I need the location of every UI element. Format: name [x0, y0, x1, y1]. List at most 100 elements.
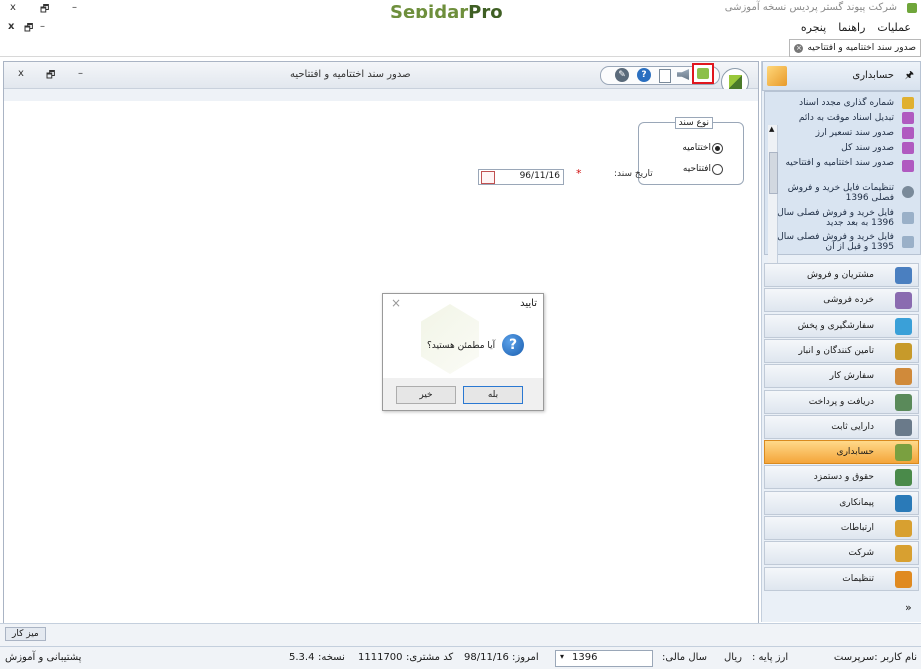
form-restore-button[interactable]: 🗗: [46, 68, 55, 85]
base-currency-label: ارز پایه :: [752, 652, 789, 663]
document-tab[interactable]: صدور سند اختتامیه و افتتاحیه ×: [789, 39, 921, 57]
watermark-logo: [421, 304, 479, 374]
mdi-minimize-button[interactable]: –: [40, 21, 45, 32]
task-general-doc[interactable]: صدور سند کل: [774, 143, 894, 153]
today-label: امروز:: [512, 652, 539, 663]
version-label: نسخه:: [318, 652, 345, 663]
chevron-down-icon: ▾: [560, 652, 565, 661]
nav-label: سفارش کار: [829, 371, 874, 382]
dialog-message: آیا مطمئن هستید؟: [427, 341, 496, 351]
dialog-close-button[interactable]: ×: [391, 296, 401, 310]
document-icon[interactable]: [659, 69, 671, 83]
date-label: تاریخ سند:: [614, 169, 653, 179]
accounting-icon: [767, 66, 787, 86]
form-header: x 🗗 – صدور سند اختتامیه و افتتاحیه ✎ ?: [4, 62, 758, 96]
radio-closing[interactable]: [712, 143, 723, 154]
form-title: صدور سند اختتامیه و افتتاحیه: [290, 69, 411, 80]
execute-button[interactable]: [692, 63, 714, 84]
nav-company[interactable]: شرکت: [764, 541, 919, 566]
mdi-restore-button[interactable]: 🗗: [24, 21, 33, 38]
communications-icon: [895, 520, 912, 537]
menu-help[interactable]: راهنما: [838, 21, 865, 34]
user-label: نام کاربر :سرپرست: [833, 652, 917, 663]
sidebar-title: حسابداری: [852, 70, 894, 81]
nav-label: سفارشگیری و پخش: [797, 320, 874, 331]
fixed-assets-icon: [895, 418, 912, 436]
nav-customers-sales[interactable]: مشتریان و فروش: [764, 263, 919, 287]
desktop-button[interactable]: میز کار: [5, 627, 46, 641]
nav-order-distribution[interactable]: سفارشگیری و پخش: [764, 313, 919, 338]
nav-receipt-payment[interactable]: دریافت و پرداخت: [764, 389, 919, 414]
document-date-field[interactable]: 96/11/16: [478, 169, 564, 185]
form-close-button[interactable]: x: [18, 68, 24, 79]
radio-opening[interactable]: [712, 164, 723, 175]
settings-gear-icon: [902, 186, 914, 198]
company-icon: [895, 545, 912, 563]
nav-label: خرده فروشی: [823, 295, 874, 306]
version-value: 5.3.4: [289, 652, 315, 663]
fiscal-year-value: 1396: [572, 652, 598, 663]
fx-icon: [902, 127, 914, 139]
nav-label: دارایی ثابت: [831, 421, 874, 432]
radio-closing-label: اختتامیه: [682, 143, 711, 153]
form-minimize-button[interactable]: –: [78, 68, 83, 79]
form-window: x 🗗 – صدور سند اختتامیه و افتتاحیه ✎ ? ن…: [3, 61, 759, 624]
pin-icon[interactable]: 🖈: [905, 68, 914, 85]
task-seasonal-file-new[interactable]: فایل خرید و فروش فصلی سال 1396 به بعد جد…: [774, 208, 894, 228]
general-doc-icon: [902, 142, 914, 154]
nav-accounting[interactable]: حسابداری: [764, 440, 919, 465]
tab-close-icon[interactable]: ×: [794, 43, 804, 53]
confirm-dialog: تایید × آیا مطمئن هستید؟ ? خیر بله: [382, 293, 544, 411]
menu-operations[interactable]: عملیات: [877, 21, 911, 34]
question-icon: ?: [502, 334, 524, 356]
nav-contracting[interactable]: پیمانکاری: [764, 490, 919, 515]
task-seasonal-settings[interactable]: تنظیمات فایل خرید و فروش فصلی 1396: [774, 183, 894, 203]
renumber-icon: [902, 97, 914, 109]
nav-fixed-assets[interactable]: دارایی ثابت: [764, 414, 919, 439]
retail-icon: [895, 292, 912, 310]
customers-sales-icon: [895, 267, 912, 284]
nav-retail[interactable]: خرده فروشی: [764, 288, 919, 313]
work-order-icon: [895, 368, 912, 386]
tools-icon[interactable]: ✎: [615, 68, 629, 82]
more-modules-icon[interactable]: »: [905, 601, 912, 614]
status-bar: پشتیبانی و آموزش 5.3.4 نسخه: 1111700 کد …: [0, 646, 921, 669]
task-seasonal-file-old[interactable]: فایل خرید و فروش فصلی سال 1395 و قبل از …: [774, 232, 894, 252]
nav-communications[interactable]: ارتباطات: [764, 516, 919, 540]
settings-icon: [895, 570, 912, 588]
help-icon[interactable]: ?: [637, 68, 651, 82]
task-convert[interactable]: تبدیل اسناد موقت به دائم: [774, 113, 894, 123]
mdi-close-button[interactable]: x: [8, 21, 14, 32]
nav-label: شرکت: [848, 548, 874, 559]
support-link[interactable]: پشتیبانی و آموزش: [5, 652, 81, 663]
speaker-icon[interactable]: [677, 69, 689, 80]
app-minimize-button[interactable]: –: [72, 2, 77, 13]
document-type-group: نوع سند اختتامیه افتتاحیه: [638, 117, 744, 185]
logo-cube-icon: [729, 75, 742, 89]
task-fx-revaluation[interactable]: صدور سند تسعیر ارز: [774, 128, 894, 138]
nav-settings[interactable]: تنظیمات: [764, 566, 919, 591]
nav-label: حقوق و دستمزد: [813, 472, 874, 483]
yes-button[interactable]: بله: [463, 386, 523, 404]
nav-work-order[interactable]: سفارش کار: [764, 364, 919, 389]
fiscal-year-label: سال مالی:: [662, 652, 708, 663]
nav-suppliers-inventory[interactable]: تامین کنندگان و انبار: [764, 338, 919, 363]
radio-opening-label: افتتاحیه: [682, 164, 711, 174]
app-restore-button[interactable]: 🗗: [40, 2, 49, 19]
title-bar: x 🗗 – SepidarPro شرکت پیوند گستر پردیس ن…: [0, 0, 921, 23]
execute-icon: [697, 68, 709, 79]
menu-window[interactable]: پنجره: [801, 21, 826, 34]
task-closing-doc[interactable]: صدور سند اختتامیه و افتتاحیه: [774, 158, 894, 168]
file-icon: [902, 236, 914, 248]
no-button[interactable]: خیر: [396, 386, 456, 404]
fiscal-year-select[interactable]: ▾ 1396: [555, 650, 653, 667]
calendar-icon[interactable]: [481, 171, 495, 184]
form-subheader: [4, 89, 758, 101]
task-renumber[interactable]: شماره گذاری مجدد اسناد: [774, 98, 894, 108]
payroll-icon: [895, 469, 912, 487]
required-mark: *: [576, 167, 582, 180]
nav-label: دریافت و پرداخت: [808, 396, 874, 407]
app-close-button[interactable]: x: [10, 2, 16, 13]
nav-payroll[interactable]: حقوق و دستمزد: [764, 465, 919, 490]
today-value: 98/11/16: [464, 652, 509, 663]
